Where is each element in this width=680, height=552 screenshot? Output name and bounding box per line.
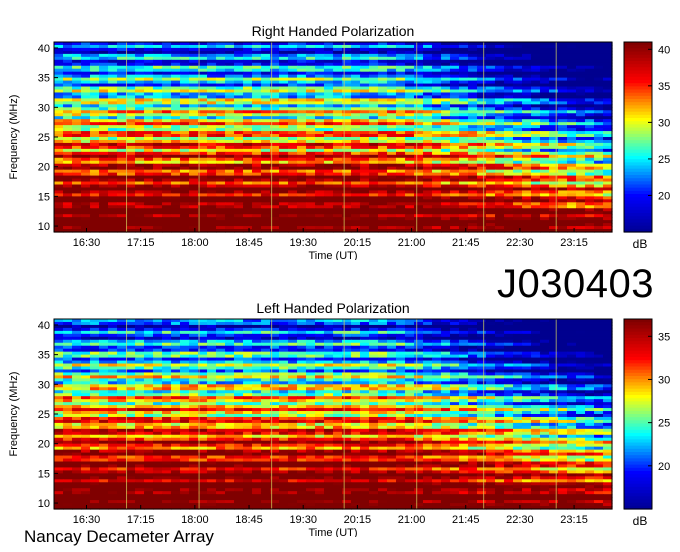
colorbar-label: dB: [633, 237, 648, 251]
heatmap-cells: [54, 42, 613, 233]
x-axis-label: Time (UT): [308, 527, 357, 537]
instrument-label: Nancay Decameter Array: [24, 527, 214, 546]
left-polarization-chart: Left Handed Polarization 10 15 20 25 30 35 40 Fr…: [8, 300, 670, 537]
left-polarization-panel: Left Handed Polarization 10 15 20 25 30 35 40 Fr…: [0, 277, 680, 537]
y-tick-label: 35: [38, 350, 50, 362]
x-tick-label: 21:00: [398, 237, 426, 249]
y-tick-label: 40: [38, 43, 50, 55]
x-tick-label: 20:15: [344, 514, 372, 526]
y-tick-label: 40: [38, 320, 50, 332]
y-tick-label: 10: [38, 498, 50, 510]
colorbar-label: dB: [633, 514, 648, 528]
colorbar-tick-label: 20: [658, 461, 670, 473]
y-tick-label: 20: [38, 162, 50, 174]
x-tick-label: 18:45: [235, 514, 263, 526]
colorbar: 20 25 30 35 40 dB: [623, 41, 670, 251]
x-tick-label: 21:45: [452, 514, 480, 526]
heatmap-cells: [54, 319, 613, 510]
x-tick-label: 17:15: [127, 237, 155, 249]
y-tick-label: 30: [38, 102, 50, 114]
x-tick-label: 19:30: [289, 237, 317, 249]
y-tick-label: 15: [38, 191, 50, 203]
colorbar-tick-label: 30: [658, 374, 670, 386]
y-axis-label: Frequency (MHz): [8, 372, 20, 457]
y-tick-label: 25: [38, 132, 50, 144]
colorbar-tick-label: 35: [658, 81, 670, 93]
x-tick-label: 16:30: [73, 514, 101, 526]
colorbar-tick-label: 20: [658, 190, 670, 202]
y-tick-label: 35: [38, 73, 50, 85]
right-polarization-panel: Right Handed Polarization 10 15 20 25 30 35 40 F…: [0, 0, 680, 260]
x-tick-label: 22:30: [506, 237, 534, 249]
y-tick-label: 25: [38, 409, 50, 421]
colorbar: 20 25 30 35 dB: [623, 318, 670, 528]
x-axis-label: Time (UT): [308, 250, 357, 260]
x-tick-label: 18:00: [181, 514, 209, 526]
colorbar-tick-label: 40: [658, 44, 670, 56]
y-axis-label: Frequency (MHz): [8, 95, 20, 180]
chart-title: Right Handed Polarization: [252, 23, 415, 39]
y-tick-label: 15: [38, 468, 50, 480]
x-tick-label: 23:15: [560, 237, 588, 249]
x-tick-label: 21:00: [398, 514, 426, 526]
x-tick-label: 16:30: [73, 237, 101, 249]
chart-title: Left Handed Polarization: [256, 300, 409, 316]
y-tick-label: 30: [38, 379, 50, 391]
colorbar-tick-label: 25: [658, 154, 670, 166]
colorbar-tick-label: 35: [658, 331, 670, 343]
x-tick-label: 20:15: [344, 237, 372, 249]
x-tick-label: 18:00: [181, 237, 209, 249]
x-tick-label: 19:30: [289, 514, 317, 526]
y-tick-label: 20: [38, 439, 50, 451]
x-tick-label: 23:15: [560, 514, 588, 526]
y-tick-label: 10: [38, 221, 50, 233]
colorbar-tick-label: 30: [658, 117, 670, 129]
x-tick-label: 18:45: [235, 237, 263, 249]
x-tick-label: 21:45: [452, 237, 480, 249]
right-polarization-chart: Right Handed Polarization 10 15 20 25 30 35 40 F…: [8, 23, 670, 260]
x-tick-label: 17:15: [127, 514, 155, 526]
colorbar-tick-label: 25: [658, 418, 670, 430]
x-tick-label: 22:30: [506, 514, 534, 526]
